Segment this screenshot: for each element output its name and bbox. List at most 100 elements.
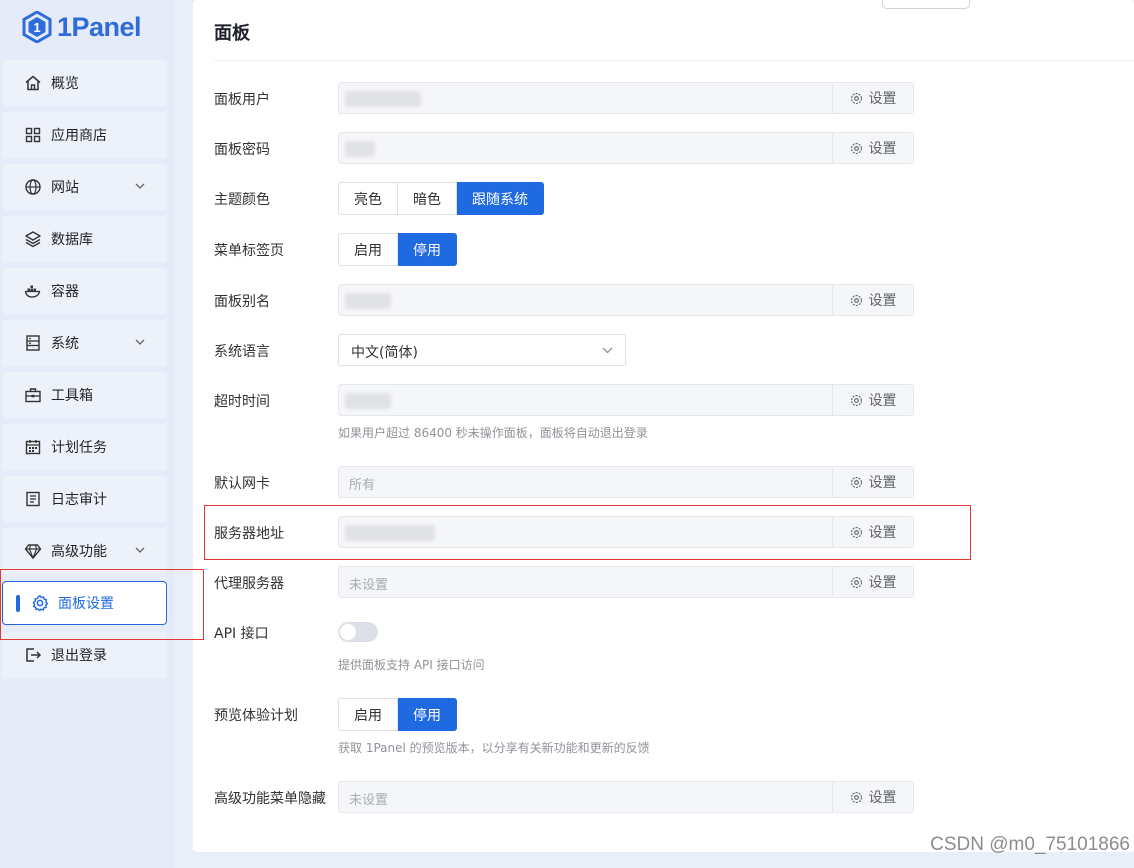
gear-icon — [850, 294, 862, 306]
sidebar-item-label: 应用商店 — [51, 128, 107, 144]
menu-tabs-option-disable[interactable]: 停用 — [398, 233, 457, 266]
sidebar-item-overview[interactable]: 概览 — [2, 60, 167, 106]
globe-icon — [24, 178, 42, 196]
panel-alias-set-button[interactable]: 设置 — [832, 285, 913, 315]
logo: 1 1Panel — [22, 10, 142, 44]
sidebar-item-cron[interactable]: 计划任务 — [2, 424, 167, 470]
set-label: 设置 — [868, 525, 897, 541]
chevron-down-icon — [602, 347, 613, 354]
sidebar-item-log-audit[interactable]: 日志审计 — [2, 476, 167, 522]
redacted-value — [345, 91, 421, 107]
calendar-icon — [24, 438, 42, 456]
log-icon — [24, 490, 42, 508]
preview-segmented: 启用 停用 — [338, 698, 457, 731]
grid-icon — [24, 126, 42, 144]
api-hint: 提供面板支持 API 接口访问 — [338, 658, 485, 672]
server-icon — [24, 334, 42, 352]
timeout-field: 设置 — [338, 384, 914, 416]
gear-icon — [850, 526, 862, 538]
title-divider — [214, 60, 1134, 61]
logout-icon — [24, 646, 42, 664]
default-nic-label: 默认网卡 — [214, 476, 270, 492]
set-label: 设置 — [868, 475, 897, 491]
theme-option-light[interactable]: 亮色 — [338, 182, 398, 215]
theme-label: 主题颜色 — [214, 192, 270, 208]
sidebar-item-label: 网站 — [51, 180, 79, 196]
sidebar-item-label: 系统 — [51, 336, 79, 352]
language-label: 系统语言 — [214, 344, 270, 360]
server-address-set-button[interactable]: 设置 — [832, 517, 913, 547]
sidebar-item-logout[interactable]: 退出登录 — [2, 632, 167, 678]
toggle-knob — [340, 624, 356, 640]
api-toggle[interactable] — [338, 622, 378, 642]
sidebar-item-system[interactable]: 系统 — [2, 320, 167, 366]
sidebar-item-website[interactable]: 网站 — [2, 164, 167, 210]
chevron-down-icon — [135, 339, 145, 345]
hide-menu-label: 高级功能菜单隐藏 — [214, 791, 326, 807]
sidebar-item-label: 面板设置 — [58, 596, 114, 612]
gear-icon — [850, 476, 862, 488]
timeout-set-button[interactable]: 设置 — [832, 385, 913, 415]
sidebar-item-label: 计划任务 — [51, 440, 107, 456]
redacted-value — [345, 141, 375, 157]
redacted-value — [345, 525, 435, 541]
panel-password-label: 面板密码 — [214, 142, 270, 158]
active-indicator — [16, 595, 20, 612]
1panel-logo-icon: 1 — [22, 11, 52, 43]
proxy-label: 代理服务器 — [214, 576, 284, 592]
set-label: 设置 — [868, 575, 897, 591]
sidebar-item-advanced[interactable]: 高级功能 — [2, 528, 167, 574]
default-nic-value: 所有 — [349, 478, 376, 493]
gear-icon — [850, 394, 862, 406]
docker-icon — [24, 282, 42, 300]
gear-icon — [850, 142, 862, 154]
preview-hint: 获取 1Panel 的预览版本，以分享有关新功能和更新的反馈 — [338, 741, 650, 755]
sidebar-item-panel-settings[interactable]: 面板设置 — [2, 581, 167, 625]
sidebar-item-label: 工具箱 — [51, 388, 93, 404]
set-label: 设置 — [868, 393, 897, 409]
layers-icon — [24, 230, 42, 248]
default-nic-set-button[interactable]: 设置 — [832, 467, 913, 497]
menu-tabs-segmented: 启用 停用 — [338, 233, 457, 266]
panel-password-set-button[interactable]: 设置 — [832, 133, 913, 163]
theme-segmented: 亮色 暗色 跟随系统 — [338, 182, 544, 215]
gear-icon — [850, 92, 862, 104]
preview-label: 预览体验计划 — [214, 708, 298, 724]
theme-option-system[interactable]: 跟随系统 — [457, 182, 544, 215]
sidebar-item-toolbox[interactable]: 工具箱 — [2, 372, 167, 418]
home-icon — [24, 74, 42, 92]
sidebar-item-container[interactable]: 容器 — [2, 268, 167, 314]
api-label: API 接口 — [214, 626, 269, 642]
menu-tabs-option-enable[interactable]: 启用 — [338, 233, 398, 266]
hide-menu-set-button[interactable]: 设置 — [832, 782, 913, 812]
watermark: CSDN @m0_75101866 — [930, 834, 1130, 855]
sidebar-item-label: 概览 — [51, 76, 79, 92]
chevron-down-icon — [135, 547, 145, 553]
preview-option-enable[interactable]: 启用 — [338, 698, 398, 731]
sidebar-item-label: 退出登录 — [51, 648, 107, 664]
preview-option-disable[interactable]: 停用 — [398, 698, 457, 731]
theme-option-dark[interactable]: 暗色 — [398, 182, 457, 215]
sidebar-item-app-store[interactable]: 应用商店 — [2, 112, 167, 158]
sidebar-item-label: 日志审计 — [51, 492, 107, 508]
toolbox-icon — [24, 386, 42, 404]
hide-menu-field: 未设置 设置 — [338, 781, 914, 813]
sidebar-item-label: 高级功能 — [51, 544, 107, 560]
panel-user-set-button[interactable]: 设置 — [832, 83, 913, 113]
panel-alias-label: 面板别名 — [214, 294, 270, 310]
panel-password-field: 设置 — [338, 132, 914, 164]
page-title: 面板 — [214, 23, 250, 44]
panel-user-field: 设置 — [338, 82, 914, 114]
proxy-value: 未设置 — [349, 578, 389, 593]
gear-icon — [850, 791, 862, 803]
proxy-set-button[interactable]: 设置 — [832, 567, 913, 597]
hide-menu-value: 未设置 — [349, 793, 389, 808]
sidebar: 1 1Panel 概览 应用商店 网站 数据库 容器 系统 工具箱 计划任务 日… — [0, 0, 174, 868]
top-toolbar-button[interactable] — [882, 0, 970, 9]
diamond-icon — [24, 542, 42, 560]
chevron-down-icon — [135, 183, 145, 189]
settings-panel — [193, 0, 1134, 852]
sidebar-item-database[interactable]: 数据库 — [2, 216, 167, 262]
language-select[interactable]: 中文(简体) — [338, 334, 626, 366]
svg-text:1: 1 — [33, 20, 40, 35]
